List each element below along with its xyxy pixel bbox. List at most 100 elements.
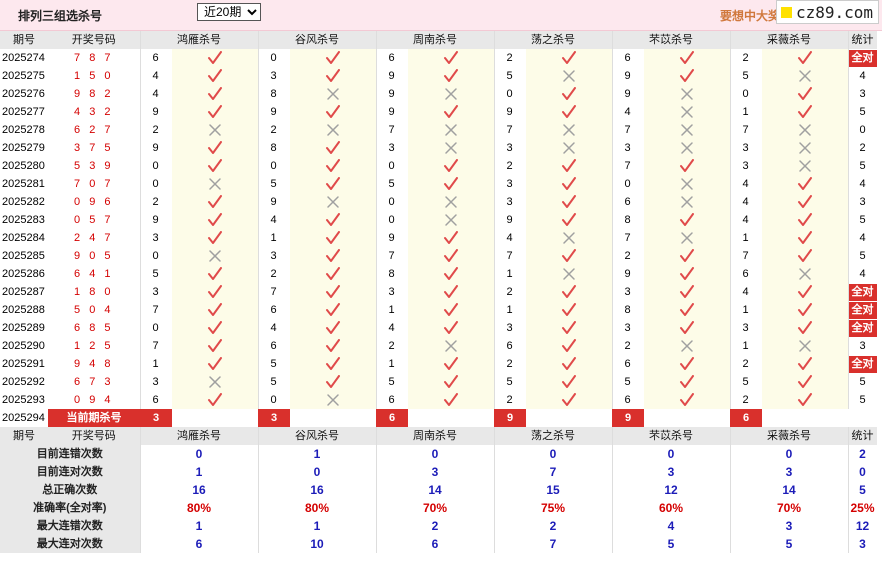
check-icon [797,285,812,299]
summary-value: 0 [493,445,612,463]
kill-number-cell: 1 [493,265,526,283]
draw-number-cell: 9 8 2 [74,88,114,100]
table-header: 期号 开奖号码 鸿雁杀号 谷风杀号 周南杀号 荡之杀号 芣苡杀号 采薇杀号 统计 [0,31,877,49]
promo-text[interactable]: 要想中大奖 [720,7,780,24]
kill-number-cell: 6 [611,355,644,373]
kill-number-cell: 4 [493,229,526,247]
kill-result-cell [762,355,848,373]
summary-value: 1 [257,517,376,535]
kill-result-cell [644,229,730,247]
summary-value: 10 [257,535,376,553]
summary-value: 12 [611,481,730,499]
summary-label: 目前连对次数 [0,463,140,481]
kill-result-cell [526,373,612,391]
summary-value: 14 [729,481,848,499]
check-icon [797,195,812,209]
col-draw-header: 开奖号码 [48,427,140,445]
kill-result-cell [762,193,848,211]
kill-number-cell: 9 [257,193,290,211]
check-icon [207,51,222,65]
kill-result-cell [762,49,848,67]
draw-number-cell: 7 0 7 [74,178,114,190]
kill-result-cell [644,283,730,301]
cross-icon [563,268,575,280]
table-row: 2025287 1 8 0 3 7 3 2 3 4 全对 [0,283,877,301]
table-row: 2025282 0 9 6 2 9 0 3 6 4 3 [0,193,877,211]
kill-number-cell: 2 [257,121,290,139]
stat-cell: 全对 [847,319,877,337]
kill-number-cell: 7 [493,121,526,139]
kill-number-cell: 7 [611,121,644,139]
kill-number-cell: 9 [493,103,526,121]
kill-number-cell: 6 [375,49,408,67]
kill-result-cell [408,211,494,229]
stat-cell: 0 [847,121,877,139]
kill-result-cell [762,301,848,319]
kill-result-cell [408,175,494,193]
check-icon [797,213,812,227]
kill-result-cell [408,193,494,211]
kill-number-cell: 2 [375,337,408,355]
kill-result-cell [408,247,494,265]
check-icon [325,105,340,119]
stat-cell: 全对 [847,283,877,301]
check-icon [207,285,222,299]
cross-icon [445,142,457,154]
period-select[interactable]: 近20期 [197,3,261,21]
kill-result-cell [172,265,258,283]
draw-number-cell: 6 2 7 [74,124,114,136]
check-icon [443,393,458,407]
kill-result-cell [762,211,848,229]
kill-number-cell: 9 [375,85,408,103]
stat-cell: 5 [847,247,877,265]
kill-result-cell [762,139,848,157]
kill-number-cell: 0 [375,193,408,211]
table-row: 2025291 9 4 8 1 5 1 2 6 2 全对 [0,355,877,373]
kill-number-cell: 2 [493,157,526,175]
summary-value: 4 [611,517,730,535]
summary-stat-value: 25% [847,499,877,517]
check-icon [443,267,458,281]
kill-number-cell: 8 [611,211,644,229]
kill-result-cell [408,85,494,103]
summary-value: 5 [729,535,848,553]
kill-result-cell [526,265,612,283]
summary-value: 1 [139,463,258,481]
cross-icon [799,268,811,280]
summary-value: 3 [729,463,848,481]
kill-number-cell: 3 [493,193,526,211]
summary-value: 1 [257,445,376,463]
kill-number-cell: 1 [729,337,762,355]
kill-result-cell [526,301,612,319]
cross-icon [799,124,811,136]
current-kill-number: 3 [258,409,290,427]
check-icon [325,177,340,191]
summary-value: 60% [611,499,730,517]
check-icon [207,321,222,335]
kill-result-cell [290,175,376,193]
kill-number-cell: 5 [493,373,526,391]
kill-number-cell: 8 [611,301,644,319]
kill-result-cell [644,157,730,175]
check-icon [207,303,222,317]
issue-cell: 2025284 [2,232,45,244]
check-icon [325,51,340,65]
cross-icon [681,232,693,244]
kill-number-cell: 3 [493,139,526,157]
summary-label: 最大连错次数 [0,517,140,535]
col-stat-header: 统计 [847,427,877,445]
cross-icon [445,88,457,100]
stat-cell: 5 [847,103,877,121]
check-icon [207,69,222,83]
draw-number-cell: 5 3 9 [74,160,114,172]
check-icon [325,213,340,227]
issue-cell: 2025283 [2,214,45,226]
kill-result-cell [526,103,612,121]
issue-cell: 2025288 [2,304,45,316]
site-logo[interactable]: cz89.com [776,0,880,24]
current-kill-spacer [762,409,848,427]
kill-number-cell: 0 [139,157,172,175]
stat-cell: 全对 [847,49,877,67]
kill-result-cell [526,337,612,355]
kill-number-cell: 5 [375,175,408,193]
